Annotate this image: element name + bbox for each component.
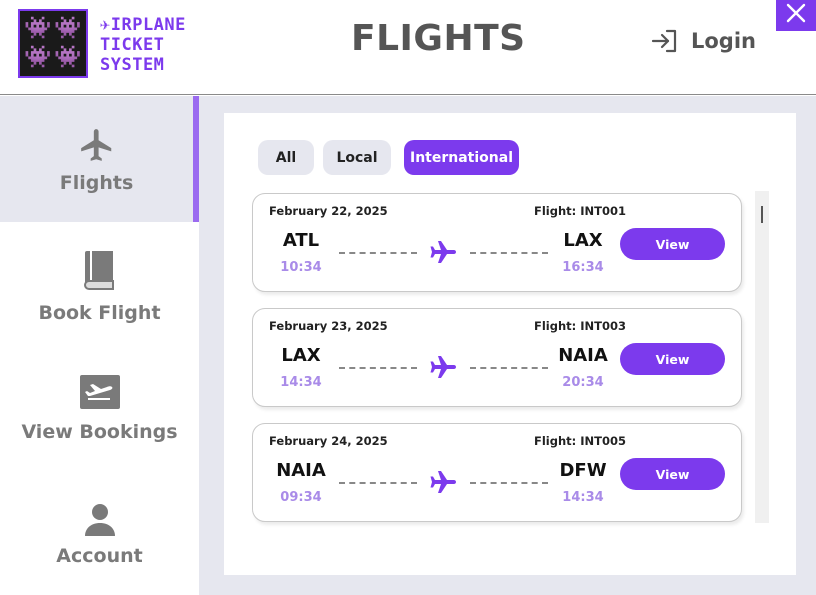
- destination-time: 16:34: [562, 260, 604, 275]
- route-line-left: [339, 367, 417, 369]
- flight-card: February 24, 2025 Flight: INT005 NAIA 09…: [252, 423, 742, 522]
- scrollbar-track[interactable]: [755, 191, 769, 523]
- view-flight-button[interactable]: View: [620, 343, 725, 375]
- flight-number: Flight: INT003: [534, 319, 627, 333]
- origin-time: 09:34: [280, 490, 322, 505]
- origin-code: LAX: [281, 345, 321, 366]
- origin-code: ATL: [282, 230, 320, 251]
- book-icon: [81, 246, 119, 294]
- destination-code: LAX: [563, 230, 603, 251]
- ticket-icon: [79, 373, 121, 411]
- sidebar-item-view-bookings[interactable]: View Bookings: [0, 373, 199, 463]
- flight-card: February 23, 2025 Flight: INT003 LAX 14:…: [252, 308, 742, 407]
- view-flight-button[interactable]: View: [620, 228, 725, 260]
- login-icon: [651, 28, 679, 54]
- route-line-left: [339, 252, 417, 254]
- pink-invader-icon: 👾: [54, 15, 82, 41]
- cyan-invader-icon: 👾: [24, 45, 52, 71]
- sidebar: Flights Book Flight View Bookings Accoun…: [0, 96, 199, 595]
- flight-number: Flight: INT005: [534, 434, 627, 448]
- user-icon: [83, 501, 117, 537]
- route-line-right: [470, 367, 548, 369]
- login-label: Login: [691, 29, 756, 53]
- close-button[interactable]: [776, 0, 816, 31]
- sidebar-item-label: Account: [56, 545, 143, 567]
- app-logo: 👾 👾 👾 👾: [18, 9, 88, 78]
- flight-card: February 22, 2025 Flight: INT001 ATL 10:…: [252, 193, 742, 292]
- airplane-icon: [429, 470, 457, 494]
- login-button[interactable]: Login: [651, 28, 756, 54]
- flight-date: February 22, 2025: [269, 204, 388, 218]
- origin-time: 14:34: [280, 375, 322, 390]
- app-name-line-3: SYSTEM: [100, 55, 165, 75]
- flight-date: February 23, 2025: [269, 319, 388, 333]
- airplane-icon: [78, 124, 116, 166]
- route-line-right: [470, 482, 548, 484]
- flight-date: February 24, 2025: [269, 434, 388, 448]
- origin-code: NAIA: [276, 460, 326, 481]
- destination-time: 14:34: [562, 490, 604, 505]
- page-title: FLIGHTS: [351, 18, 526, 59]
- sidebar-item-book-flight[interactable]: Book Flight: [0, 246, 199, 336]
- close-icon: [785, 2, 807, 29]
- sidebar-item-label: Flights: [59, 172, 134, 194]
- airplane-icon: [429, 240, 457, 264]
- sidebar-item-flights[interactable]: Flights: [0, 96, 199, 222]
- app-name: ✈IRPLANE TICKET SYSTEM: [100, 15, 186, 75]
- sidebar-item-label: View Bookings: [21, 421, 178, 443]
- destination-code: DFW: [559, 460, 607, 481]
- scrollbar-thumb[interactable]: [761, 206, 763, 223]
- route-line-left: [339, 482, 417, 484]
- destination-time: 20:34: [562, 375, 604, 390]
- destination-code: NAIA: [558, 345, 608, 366]
- tab-international[interactable]: International: [404, 140, 519, 175]
- yellow-invader-icon: 👾: [54, 45, 82, 71]
- tab-all[interactable]: All: [258, 140, 314, 175]
- route-line-right: [470, 252, 548, 254]
- flight-number: Flight: INT001: [534, 204, 627, 218]
- green-invader-icon: 👾: [24, 15, 52, 41]
- app-header: 👾 👾 👾 👾 ✈IRPLANE TICKET SYSTEM FLIGHTS L…: [0, 0, 816, 95]
- airplane-icon: [429, 355, 457, 379]
- app-name-line-1: ✈IRPLANE: [100, 15, 186, 35]
- origin-time: 10:34: [280, 260, 322, 275]
- view-flight-button[interactable]: View: [620, 458, 725, 490]
- sidebar-item-account[interactable]: Account: [0, 501, 199, 581]
- app-name-line-2: TICKET: [100, 35, 165, 55]
- sidebar-item-label: Book Flight: [38, 302, 161, 324]
- tab-local[interactable]: Local: [323, 140, 391, 175]
